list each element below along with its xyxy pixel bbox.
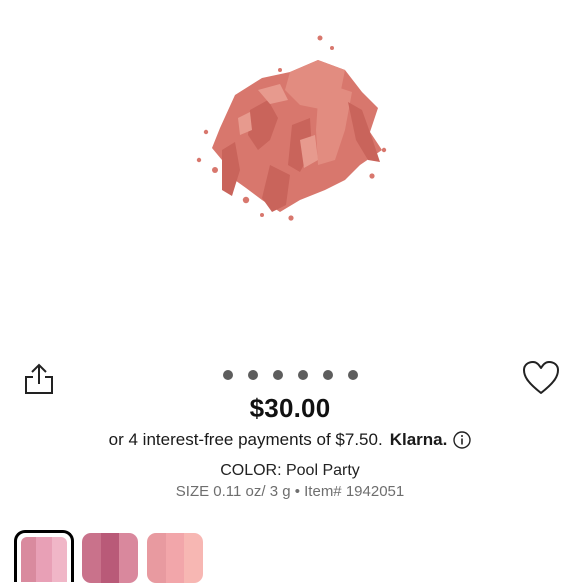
swatch-color-bar (36, 537, 52, 582)
swatch-3[interactable] (147, 533, 203, 583)
installments-row: or 4 interest-free payments of $7.50. Kl… (0, 430, 580, 450)
product-price: $30.00 (249, 393, 331, 423)
carousel-dot[interactable] (272, 370, 283, 380)
carousel-dot[interactable] (347, 370, 358, 380)
selected-color: COLOR: Pool Party (220, 462, 360, 479)
swatch-2[interactable] (82, 533, 138, 583)
product-image[interactable] (0, 0, 580, 345)
carousel-dot[interactable] (247, 370, 258, 380)
color-swatches (14, 530, 314, 583)
swatch-color-bar (119, 533, 138, 583)
swatch-color-bar (147, 533, 166, 583)
installments-text: or 4 interest-free payments of $7.50. (108, 430, 383, 449)
carousel-dot[interactable] (297, 370, 308, 380)
swatch-color-bar (165, 533, 185, 583)
swatch-1[interactable] (14, 530, 74, 582)
swatch-color-bar (100, 533, 120, 583)
info-icon[interactable] (453, 431, 472, 449)
swatch-color-bar (184, 533, 203, 583)
swatch-color-bar (21, 537, 37, 582)
klarna-logo: Klarna. (389, 430, 448, 449)
size-and-item-number: SIZE 0.11 oz/ 3 g • Item# 1942051 (175, 483, 405, 500)
swatch-color-bar (51, 537, 67, 582)
carousel-dot[interactable] (322, 370, 333, 380)
swatch-color-bar (82, 533, 101, 583)
blush-powder-illustration (196, 35, 387, 221)
carousel-indicator (0, 370, 580, 384)
carousel-dot[interactable] (222, 370, 233, 380)
